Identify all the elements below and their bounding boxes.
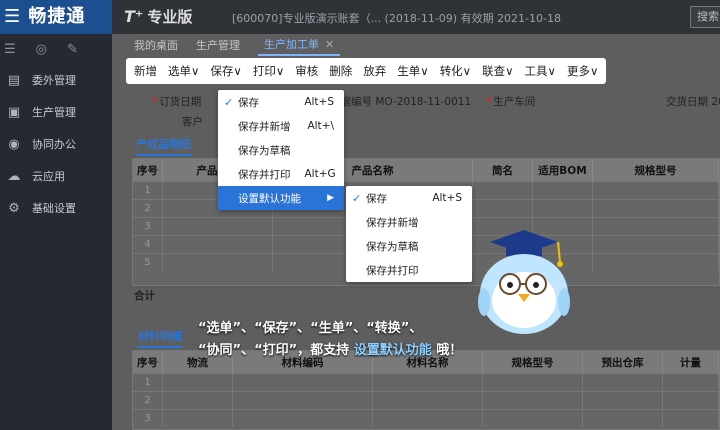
delivery-date-value: 20 xyxy=(711,96,720,108)
cloud-icon: ☁ xyxy=(7,168,21,184)
production-icon: ▣ xyxy=(7,104,21,120)
default-function-submenu: ✓ 保存 Alt+S 保存并新增 保存为草稿 保存并打印 xyxy=(346,186,472,282)
workshop-field[interactable]: * 生产车间 xyxy=(486,94,535,109)
caption-line-1: “选单”、“保存”、“生单”、“转换”、 xyxy=(198,321,423,336)
menu-item-set-default[interactable]: 设置默认功能 ▶ xyxy=(218,186,344,210)
delete-button[interactable]: 删除 xyxy=(329,63,352,79)
menu-item-save[interactable]: ✓ 保存 Alt+S xyxy=(218,90,344,114)
sidebar-item-outsourcing[interactable]: ▤ 委外管理 xyxy=(0,64,112,96)
sidebar-item-cloud[interactable]: ☁ 云应用 xyxy=(0,160,112,192)
caption-line-2: “协同”、“打印”，都支持 设置默认功能 哦！ xyxy=(198,343,463,358)
table-row[interactable]: 2 xyxy=(133,391,719,409)
brand-mark: T⁺ xyxy=(124,7,144,26)
app-logo: ☰ 畅捷通 xyxy=(0,0,112,34)
col-unit: 计量 xyxy=(663,351,719,373)
col-warehouse: 预出仓库 xyxy=(583,351,663,373)
search-button[interactable]: 搜索 xyxy=(690,6,720,28)
sidebar-item-label: 协同办公 xyxy=(32,138,76,151)
account-info[interactable]: [600070]专业版演示账套（... (2018-11-09) 有效期 202… xyxy=(232,10,561,26)
save-menu: ✓ 保存 Alt+S 保存并新增 Alt+\ 保存为草稿 保存并打印 Alt+G… xyxy=(218,90,344,210)
order-date-label: 订货日期 xyxy=(159,96,202,108)
sidebar-item-label: 生产管理 xyxy=(32,106,76,119)
check-icon: ✓ xyxy=(224,95,234,109)
workshop-label: 生产车间 xyxy=(493,96,536,108)
delivery-date-field[interactable]: 交货日期 20 xyxy=(666,94,720,109)
tab-desktop[interactable]: 我的桌面 xyxy=(134,37,178,56)
print-button[interactable]: 打印∨ xyxy=(253,63,284,79)
customer-field[interactable]: 客户 xyxy=(182,114,203,129)
favorite-icon[interactable]: ◎ xyxy=(36,42,47,57)
convert-button[interactable]: 转化∨ xyxy=(440,63,471,79)
customer-label: 客户 xyxy=(182,116,203,128)
menu-item-save-and-print[interactable]: 保存并打印 Alt+G xyxy=(218,162,344,186)
tab-work-order[interactable]: 生产加工单 ✕ xyxy=(258,36,341,56)
close-icon[interactable]: ✕ xyxy=(325,38,334,51)
col-seq: 序号 xyxy=(133,159,163,181)
query-button[interactable]: 联查∨ xyxy=(482,63,513,79)
toolbar: 新增 选单∨ 保存∨ 打印∨ 审核 删除 放弃 生单∨ 转化∨ 联查∨ 工具∨ … xyxy=(126,58,606,84)
penguin-mascot xyxy=(478,230,570,334)
submenu-item-save[interactable]: ✓ 保存 Alt+S xyxy=(346,186,472,210)
order-date-field[interactable]: * 订货日期 xyxy=(152,94,201,109)
brand-name: 专业版 xyxy=(147,8,193,26)
total-label: 合计 xyxy=(134,290,155,302)
sidebar-item-label: 委外管理 xyxy=(32,74,76,87)
new-button[interactable]: 新增 xyxy=(134,63,157,79)
submenu-item-save-and-new[interactable]: 保存并新增 xyxy=(346,210,472,234)
sidebar: ☰ ◎ ✎ ▤ 委外管理 ▣ 生产管理 ◉ 协同办公 ☁ 云应用 ⚙ 基础设置 xyxy=(0,34,112,430)
sidebar-item-collaboration[interactable]: ◉ 协同办公 xyxy=(0,128,112,160)
tools-button[interactable]: 工具∨ xyxy=(525,63,556,79)
material-grid: 序号 物流 材料编码 材料名称 规格型号 预出仓库 计量 1 2 3 xyxy=(132,350,720,430)
sidebar-tools: ☰ ◎ ✎ xyxy=(0,34,112,64)
col-bom: 适用BOM xyxy=(533,159,593,181)
menu-item-save-as-draft[interactable]: 保存为草稿 xyxy=(218,138,344,162)
delivery-date-label: 交货日期 xyxy=(666,96,708,108)
tab-bar: 我的桌面 生产管理 生产加工单 ✕ xyxy=(112,34,720,56)
more-button[interactable]: 更多∨ xyxy=(567,63,598,79)
tab-production[interactable]: 生产管理 xyxy=(196,37,240,56)
check-icon: ✓ xyxy=(352,191,362,205)
sidebar-item-settings[interactable]: ⚙ 基础设置 xyxy=(0,192,112,224)
material-section-title[interactable]: 材料明细 xyxy=(138,328,182,348)
collaboration-icon: ◉ xyxy=(8,136,20,152)
factory-icon: ▤ xyxy=(7,72,21,88)
save-button[interactable]: 保存∨ xyxy=(210,63,241,79)
table-row[interactable]: 1 xyxy=(133,373,719,391)
col-spec: 规格型号 xyxy=(483,351,583,373)
table-row[interactable]: 3 xyxy=(133,409,719,427)
doc-no-field[interactable]: 单据编号 MO-2018-11-0011 xyxy=(330,94,471,109)
menu-item-save-and-new[interactable]: 保存并新增 Alt+\ xyxy=(218,114,344,138)
logo-menu-icon[interactable]: ☰ xyxy=(4,6,21,27)
chevron-right-icon: ▶ xyxy=(327,193,334,203)
discard-button[interactable]: 放弃 xyxy=(363,63,386,79)
col-spec: 规格型号 xyxy=(593,159,719,181)
settings-icon: ⚙ xyxy=(8,200,20,216)
col-short-name: 简名 xyxy=(473,159,533,181)
generate-order-button[interactable]: 生单∨ xyxy=(397,63,428,79)
tab-label: 生产加工单 xyxy=(264,38,319,51)
menu-icon[interactable]: ☰ xyxy=(4,42,16,57)
submenu-item-save-and-print[interactable]: 保存并打印 xyxy=(346,258,472,282)
sidebar-item-label: 云应用 xyxy=(32,170,65,183)
submenu-item-save-as-draft[interactable]: 保存为草稿 xyxy=(346,234,472,258)
top-bar: ☰ 畅捷通 T⁺ 专业版 [600070]专业版演示账套（... (2018-11… xyxy=(0,0,720,34)
logo-text: 畅捷通 xyxy=(28,6,86,27)
feature-caption: “选单”、“保存”、“生单”、“转换”、 “协同”、“打印”，都支持 设置默认功… xyxy=(198,318,462,362)
caption-highlight: 设置默认功能 xyxy=(353,343,432,358)
product-section-title[interactable]: 产成品明细 xyxy=(136,136,191,156)
col-seq: 序号 xyxy=(133,351,163,373)
sidebar-item-production[interactable]: ▣ 生产管理 xyxy=(0,96,112,128)
product-brand: T⁺ 专业版 xyxy=(124,6,192,27)
select-order-button[interactable]: 选单∨ xyxy=(168,63,199,79)
edit-icon[interactable]: ✎ xyxy=(67,42,78,57)
doc-no-value: MO-2018-11-0011 xyxy=(375,96,472,108)
audit-button[interactable]: 审核 xyxy=(295,63,318,79)
sidebar-item-label: 基础设置 xyxy=(32,202,76,215)
